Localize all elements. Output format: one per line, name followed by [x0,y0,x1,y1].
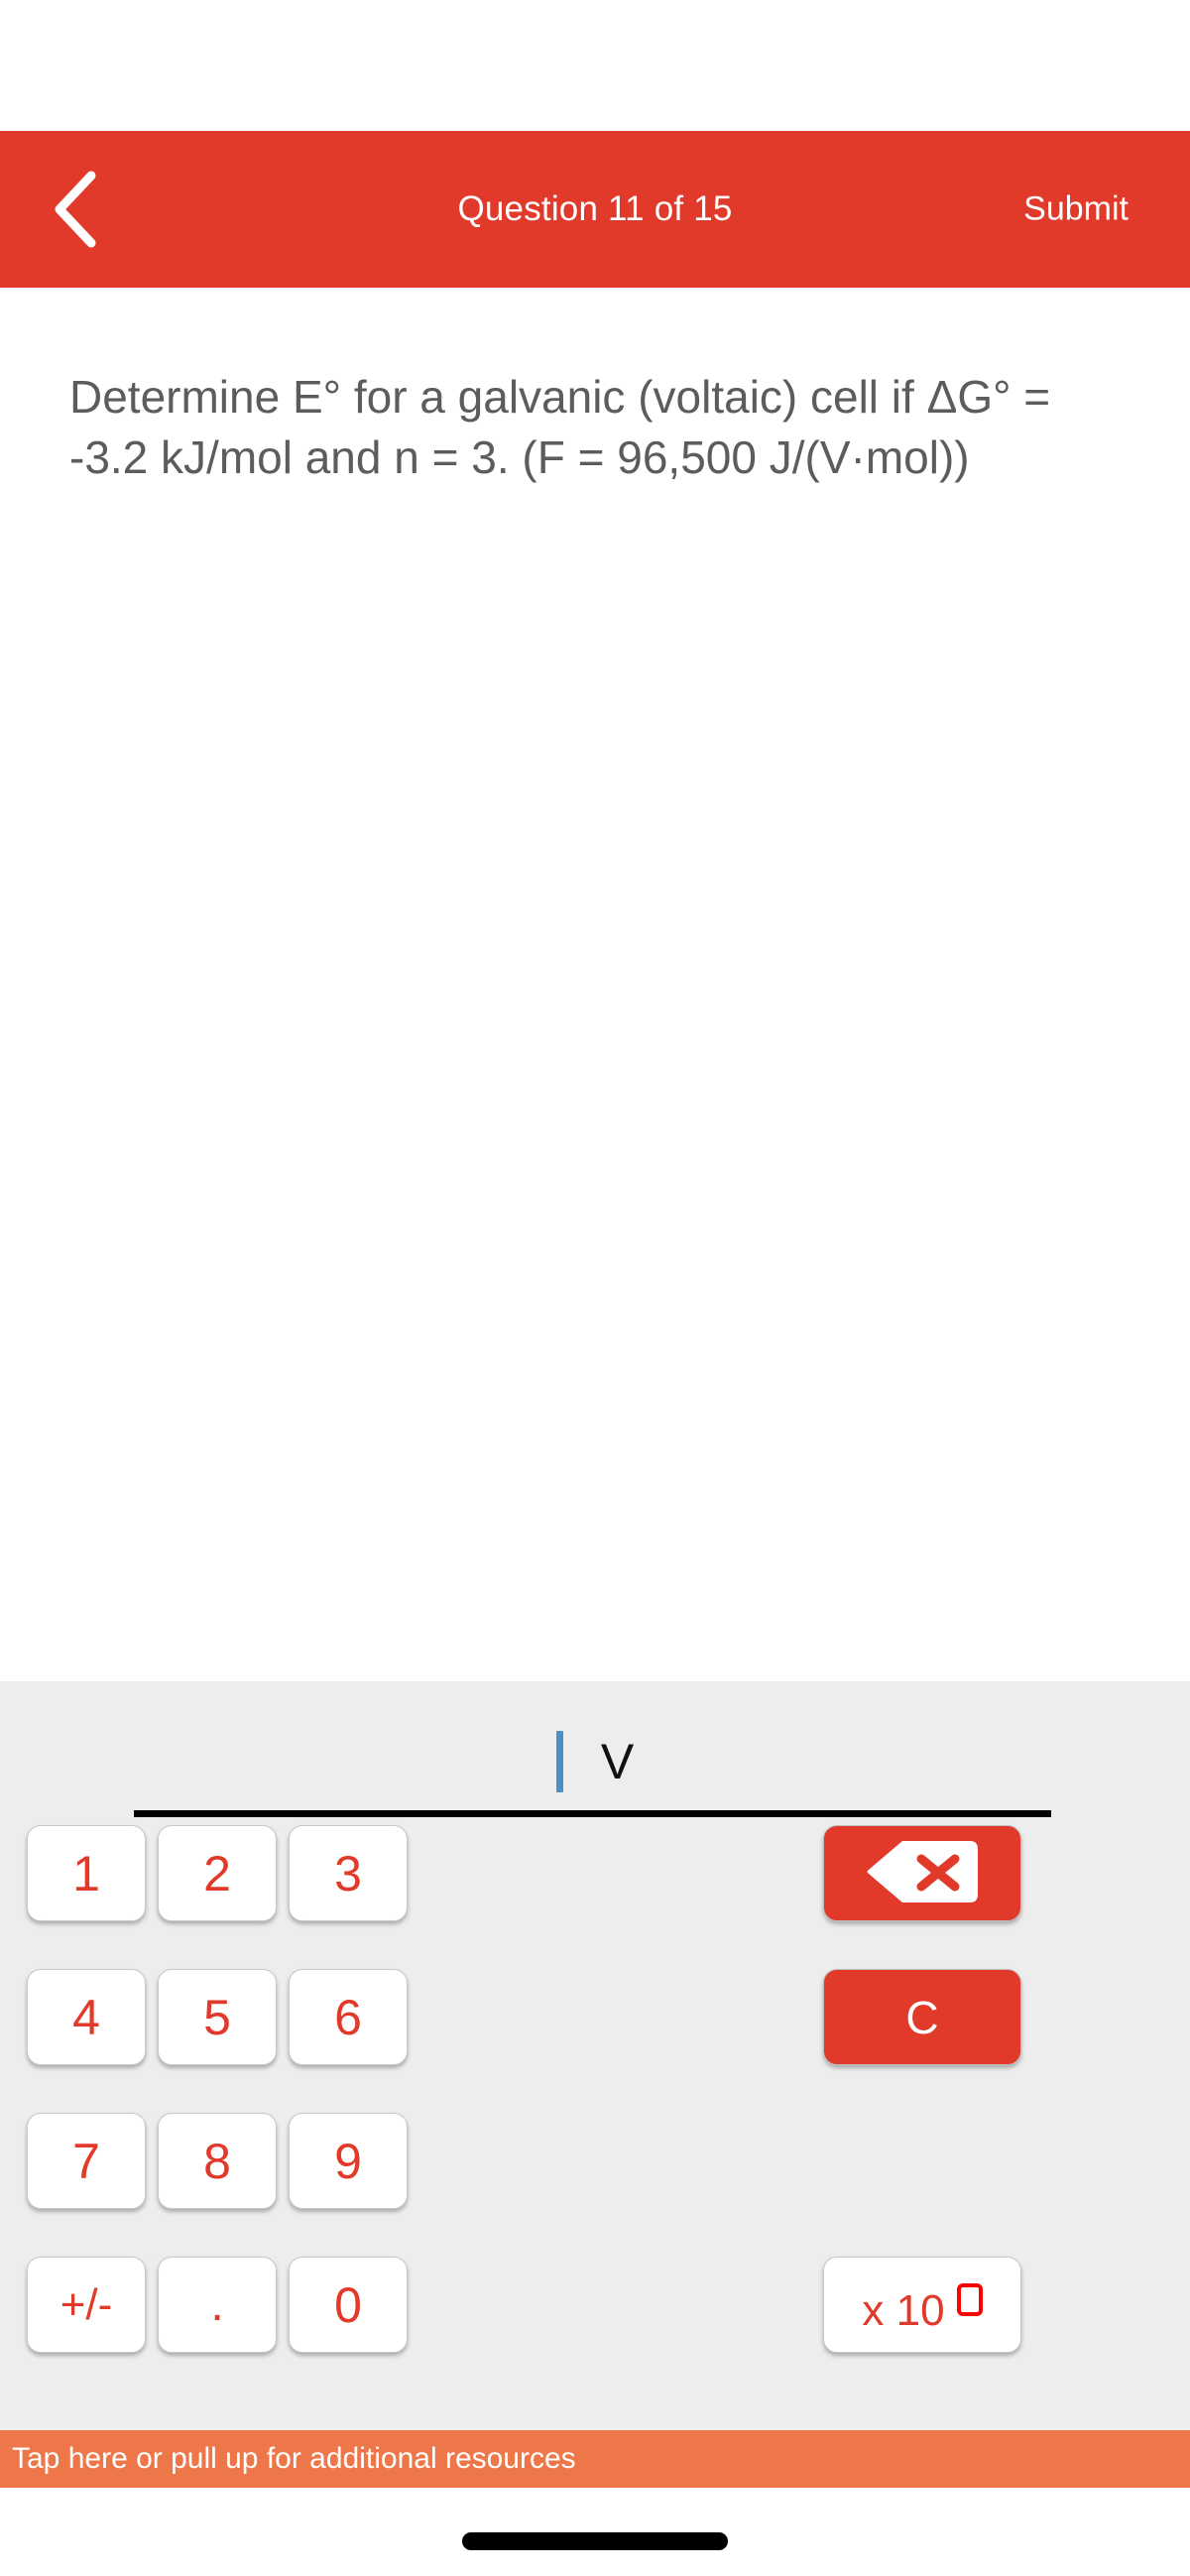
key-0[interactable]: 0 [289,2257,408,2353]
resources-bar[interactable]: Tap here or pull up for additional resou… [0,2430,1190,2488]
home-indicator [462,2531,728,2550]
key-9[interactable]: 9 [289,2113,408,2209]
text-caret [555,1731,563,1792]
answer-display[interactable]: V [0,1681,1190,1817]
key-8[interactable]: 8 [158,2113,277,2209]
key-2[interactable]: 2 [158,1825,277,1921]
key-sign[interactable]: +/- [27,2257,146,2353]
back-button[interactable] [40,167,109,252]
key-decimal[interactable]: . [158,2257,277,2353]
key-7[interactable]: 7 [27,2113,146,2209]
resources-label: Tap here or pull up for additional resou… [12,2442,576,2475]
exponent-label: x 10 [862,2285,945,2335]
key-1[interactable]: 1 [27,1825,146,1921]
clear-button[interactable]: C [823,1969,1021,2065]
app-header: Question 11 of 15 Submit [0,131,1190,288]
key-5[interactable]: 5 [158,1969,277,2065]
keypad-panel: V 1 2 3 4 5 6 7 8 9 +/- . 0 C x 10 [0,1681,1190,2430]
key-6[interactable]: 6 [289,1969,408,2065]
key-3[interactable]: 3 [289,1825,408,1921]
chevron-left-icon [52,170,97,249]
home-indicator-area [0,2488,1190,2576]
exponent-button[interactable]: x 10 [823,2257,1021,2353]
question-area: Determine E° for a galvanic (voltaic) ce… [0,288,1190,1681]
question-text: Determine E° for a galvanic (voltaic) ce… [69,371,1063,483]
page-title: Question 11 of 15 [457,189,733,228]
backspace-button[interactable] [823,1825,1021,1921]
backspace-icon [867,1839,978,1907]
answer-value-row: V [0,1727,1190,1796]
key-4[interactable]: 4 [27,1969,146,2065]
answer-unit-label: V [600,1734,635,1789]
exponent-placeholder-box [956,2282,983,2316]
status-bar [0,0,1190,131]
app-screen: Question 11 of 15 Submit Determine E° fo… [0,0,1190,2576]
keypad-grid: 1 2 3 4 5 6 7 8 9 +/- . 0 C x 10 [0,1815,1190,2430]
submit-button[interactable]: Submit [1019,183,1132,237]
